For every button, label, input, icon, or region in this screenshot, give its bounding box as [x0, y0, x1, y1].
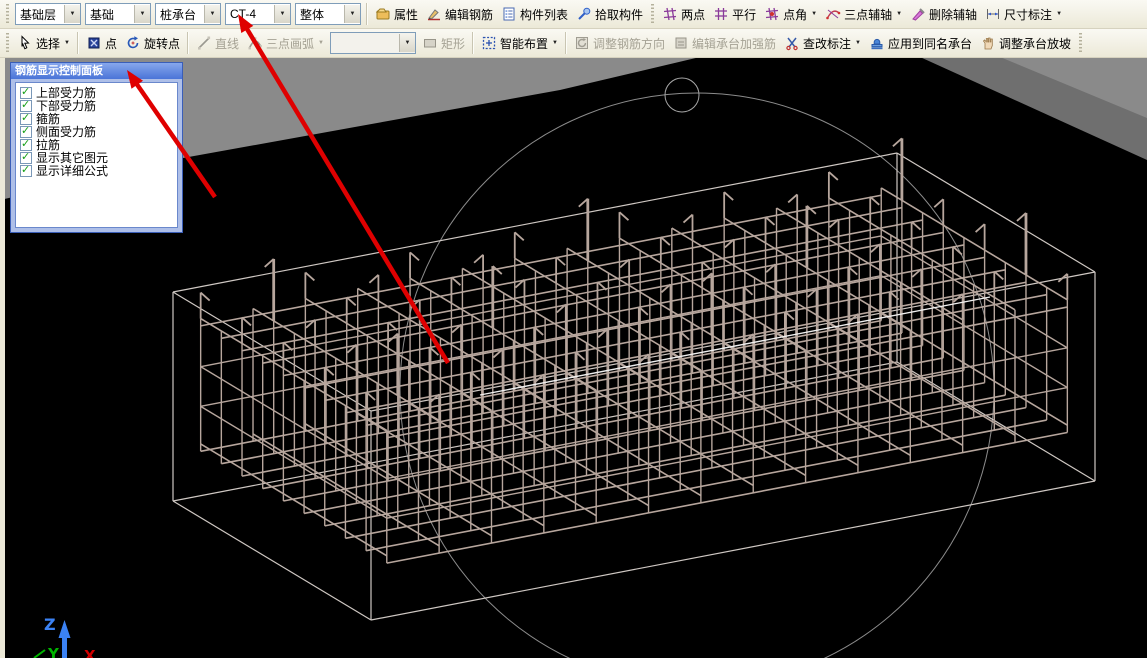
line-tool-button[interactable]: 直线 — [192, 33, 243, 54]
toolbar-separator — [77, 32, 79, 54]
three-point-aux-axis-button[interactable]: 三点辅轴 ▼ — [821, 4, 906, 25]
toolbar-separator — [366, 3, 368, 25]
edit-rebar-button[interactable]: 编辑钢筋 — [422, 4, 497, 25]
properties-icon — [375, 6, 391, 22]
rebar-panel-titlebar[interactable]: 钢筋显示控制面板 — [11, 63, 182, 79]
rectangle-tool-button[interactable]: 矩形 — [418, 33, 469, 54]
toolbar-separator — [472, 32, 474, 54]
svg-text:Z: Z — [44, 615, 56, 634]
chevron-down-icon[interactable]: ▼ — [64, 40, 70, 46]
element-type-combo[interactable]: 桩承台 ▼ — [155, 3, 221, 25]
two-point-axis-button[interactable]: 两点 — [658, 4, 709, 25]
rectangle-icon — [422, 35, 438, 51]
rebar-display-panel: 钢筋显示控制面板 上部受力筋 下部受力筋 箍筋 侧面受力筋 拉筋 显示其它图元 … — [10, 62, 183, 233]
rebar-panel-body: 上部受力筋 下部受力筋 箍筋 侧面受力筋 拉筋 显示其它图元 显示详细公式 — [15, 82, 178, 228]
delete-aux-axis-button[interactable]: 删除辅轴 — [906, 4, 981, 25]
element-combo[interactable]: CT-4 ▼ — [225, 3, 291, 25]
dropper-icon — [576, 6, 592, 22]
point-place-button[interactable]: 点 — [82, 33, 121, 54]
apply-to-same-name-cap-button[interactable]: 应用到同名承台 — [865, 33, 976, 54]
smart-layout-icon — [481, 35, 497, 51]
view-mode-combo-value: 整体 — [296, 6, 344, 23]
parallel-lines-icon — [713, 6, 729, 22]
chevron-down-icon[interactable]: ▼ — [274, 5, 290, 23]
dimension-annotation-button[interactable]: 尺寸标注 ▼ — [981, 4, 1066, 25]
chevron-down-icon[interactable]: ▼ — [552, 40, 558, 46]
toolbar-grip[interactable] — [6, 4, 9, 24]
smart-layout-button[interactable]: 智能布置 ▼ — [477, 33, 562, 54]
scissors-icon — [784, 35, 800, 51]
floor-combo[interactable]: 基础层 ▼ — [15, 3, 81, 25]
checkbox[interactable] — [20, 165, 32, 177]
chevron-down-icon[interactable]: ▼ — [811, 11, 817, 17]
rotate-point-button[interactable]: 旋转点 — [121, 33, 184, 54]
toolbar-grip[interactable] — [6, 33, 9, 53]
three-point-axis-icon — [825, 6, 841, 22]
svg-text:X: X — [84, 647, 96, 658]
toolbar-row-2: 选择 ▼ 点 旋转点 直线 三点画弧 ▼ ▼ 矩形 智能布置 ▼ 调整钢筋方向 — [0, 29, 1147, 58]
list-icon — [501, 6, 517, 22]
chevron-down-icon[interactable]: ▼ — [1056, 11, 1062, 17]
two-point-grid-icon — [662, 6, 678, 22]
three-point-arc-button[interactable]: 三点画弧 ▼ — [243, 33, 328, 54]
cursor-icon — [17, 35, 33, 51]
chevron-down-icon[interactable]: ▼ — [344, 5, 360, 23]
chevron-down-icon[interactable]: ▼ — [204, 5, 220, 23]
category-combo[interactable]: 基础 ▼ — [85, 3, 151, 25]
edit-cap-strengthen-rebar-button[interactable]: 编辑承台加强筋 — [669, 33, 780, 54]
component-list-button[interactable]: 构件列表 — [497, 4, 572, 25]
parallel-axis-button[interactable]: 平行 — [709, 4, 760, 25]
point-box-icon — [86, 35, 102, 51]
pencil-icon — [426, 6, 442, 22]
properties-button[interactable]: 属性 — [371, 4, 422, 25]
chevron-down-icon[interactable]: ▼ — [64, 5, 80, 23]
chevron-down-icon: ▼ — [399, 34, 415, 52]
point-angle-icon — [764, 6, 780, 22]
pick-component-button[interactable]: 拾取构件 — [572, 4, 647, 25]
chevron-down-icon[interactable]: ▼ — [134, 5, 150, 23]
toolbar-separator — [565, 32, 567, 54]
rebar-panel-title: 钢筋显示控制面板 — [15, 65, 103, 77]
line-icon — [196, 35, 212, 51]
select-button[interactable]: 选择 ▼ — [13, 33, 74, 54]
chevron-down-icon[interactable]: ▼ — [855, 40, 861, 46]
adjust-cap-slope-button[interactable]: 调整承台放坡 — [976, 33, 1075, 54]
floor-combo-value: 基础层 — [16, 6, 64, 23]
edit-strengthen-icon — [673, 35, 689, 51]
brush-icon — [910, 6, 926, 22]
category-combo-value: 基础 — [86, 6, 134, 23]
chevron-down-icon: ▼ — [318, 40, 324, 46]
adjust-direction-icon — [574, 35, 590, 51]
check-edit-annotation-button[interactable]: 查改标注 ▼ — [780, 33, 865, 54]
hand-icon — [980, 35, 996, 51]
rotate-point-icon — [125, 35, 141, 51]
toolbar-grip[interactable] — [1079, 33, 1082, 53]
toolbar-row-1: 基础层 ▼ 基础 ▼ 桩承台 ▼ CT-4 ▼ 整体 ▼ 属性 编辑钢筋 构件列… — [0, 0, 1147, 29]
checkbox-row-show-formula[interactable]: 显示详细公式 — [18, 164, 175, 177]
toolbar-separator — [187, 32, 189, 54]
adjust-rebar-direction-button[interactable]: 调整钢筋方向 — [570, 33, 669, 54]
element-type-combo-value: 桩承台 — [156, 6, 204, 23]
view-mode-combo[interactable]: 整体 ▼ — [295, 3, 361, 25]
element-combo-value: CT-4 — [226, 7, 274, 21]
point-angle-axis-button[interactable]: 点角 ▼ — [760, 4, 821, 25]
stamp-icon — [869, 35, 885, 51]
chevron-down-icon[interactable]: ▼ — [896, 11, 902, 17]
svg-text:Y: Y — [47, 645, 60, 658]
toolbar-grip[interactable] — [651, 4, 654, 24]
arc-radius-combo[interactable]: ▼ — [330, 32, 416, 54]
dimension-icon — [985, 6, 1001, 22]
arc-icon — [247, 35, 263, 51]
